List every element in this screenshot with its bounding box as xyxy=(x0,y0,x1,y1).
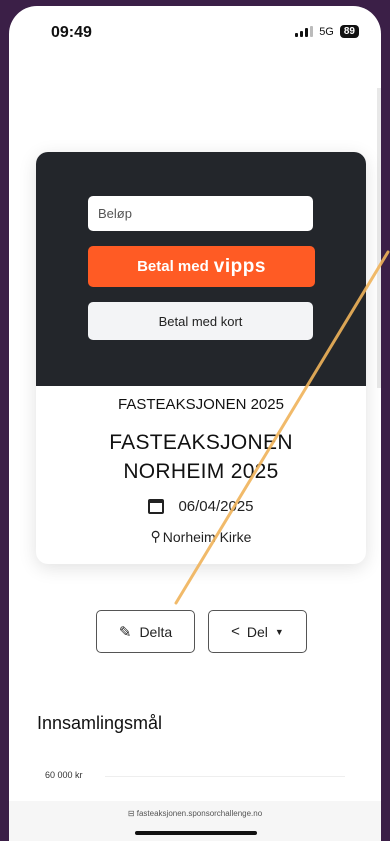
battery-icon: 89 xyxy=(339,25,359,38)
status-time: 09:49 xyxy=(51,24,92,41)
vipps-button-label: Betal med xyxy=(137,258,209,275)
participate-button[interactable]: ✎ Delta xyxy=(96,610,195,653)
event-date-text: 06/04/2025 xyxy=(178,498,254,515)
goal-heading: Innsamlingsmål xyxy=(37,713,163,733)
browser-bar: ⊟ fasteaksjonen.sponsorchallenge.no xyxy=(9,801,381,841)
event-date: 06/04/2025 xyxy=(36,498,366,515)
chart-gridline xyxy=(105,776,345,777)
event-location-text: Norheim Kirke xyxy=(162,528,252,545)
participate-label: Delta xyxy=(139,623,173,640)
card-pay-button[interactable]: Betal med kort xyxy=(88,302,313,340)
status-indicators: 5G 89 xyxy=(295,25,359,38)
caret-down-icon: ▼ xyxy=(274,626,284,637)
vipps-logo: vipps xyxy=(213,255,266,277)
location-icon: ⚲ xyxy=(150,528,161,544)
donation-panel: Betal med vipps Betal med kort xyxy=(36,152,366,386)
chart-tick-label: 60 000 kr xyxy=(45,770,83,780)
url-text: fasteaksjonen.sponsorchallenge.no xyxy=(136,809,263,818)
phone-screen: 09:49 5G 89 Betal med vipps Betal med ko… xyxy=(9,6,381,841)
lock-icon: ⊟ xyxy=(127,809,137,818)
event-title: FASTEAKSJONEN NORHEIM 2025 xyxy=(109,431,293,483)
share-icon: < xyxy=(231,623,240,640)
url-bar[interactable]: ⊟ fasteaksjonen.sponsorchallenge.no xyxy=(9,809,381,818)
network-label: 5G xyxy=(319,25,334,38)
status-bar: 09:49 5G 89 xyxy=(9,6,381,54)
event-category: FASTEAKSJONEN 2025 xyxy=(118,396,284,413)
signal-icon xyxy=(295,26,314,37)
edit-icon: ✎ xyxy=(118,623,132,641)
vipps-pay-button[interactable]: Betal med vipps xyxy=(88,246,315,287)
event-card: Betal med vipps Betal med kort FASTEAKSJ… xyxy=(36,152,366,564)
share-dropdown-button[interactable]: < Del ▼ xyxy=(208,610,307,653)
calendar-icon xyxy=(148,499,165,514)
share-label: Del xyxy=(246,623,268,640)
goal-chart: 60 000 kr xyxy=(37,766,345,796)
amount-input[interactable] xyxy=(88,196,313,231)
event-location: ⚲ Norheim Kirke xyxy=(36,528,366,545)
home-indicator[interactable] xyxy=(135,831,257,835)
scroll-edge xyxy=(377,88,381,388)
